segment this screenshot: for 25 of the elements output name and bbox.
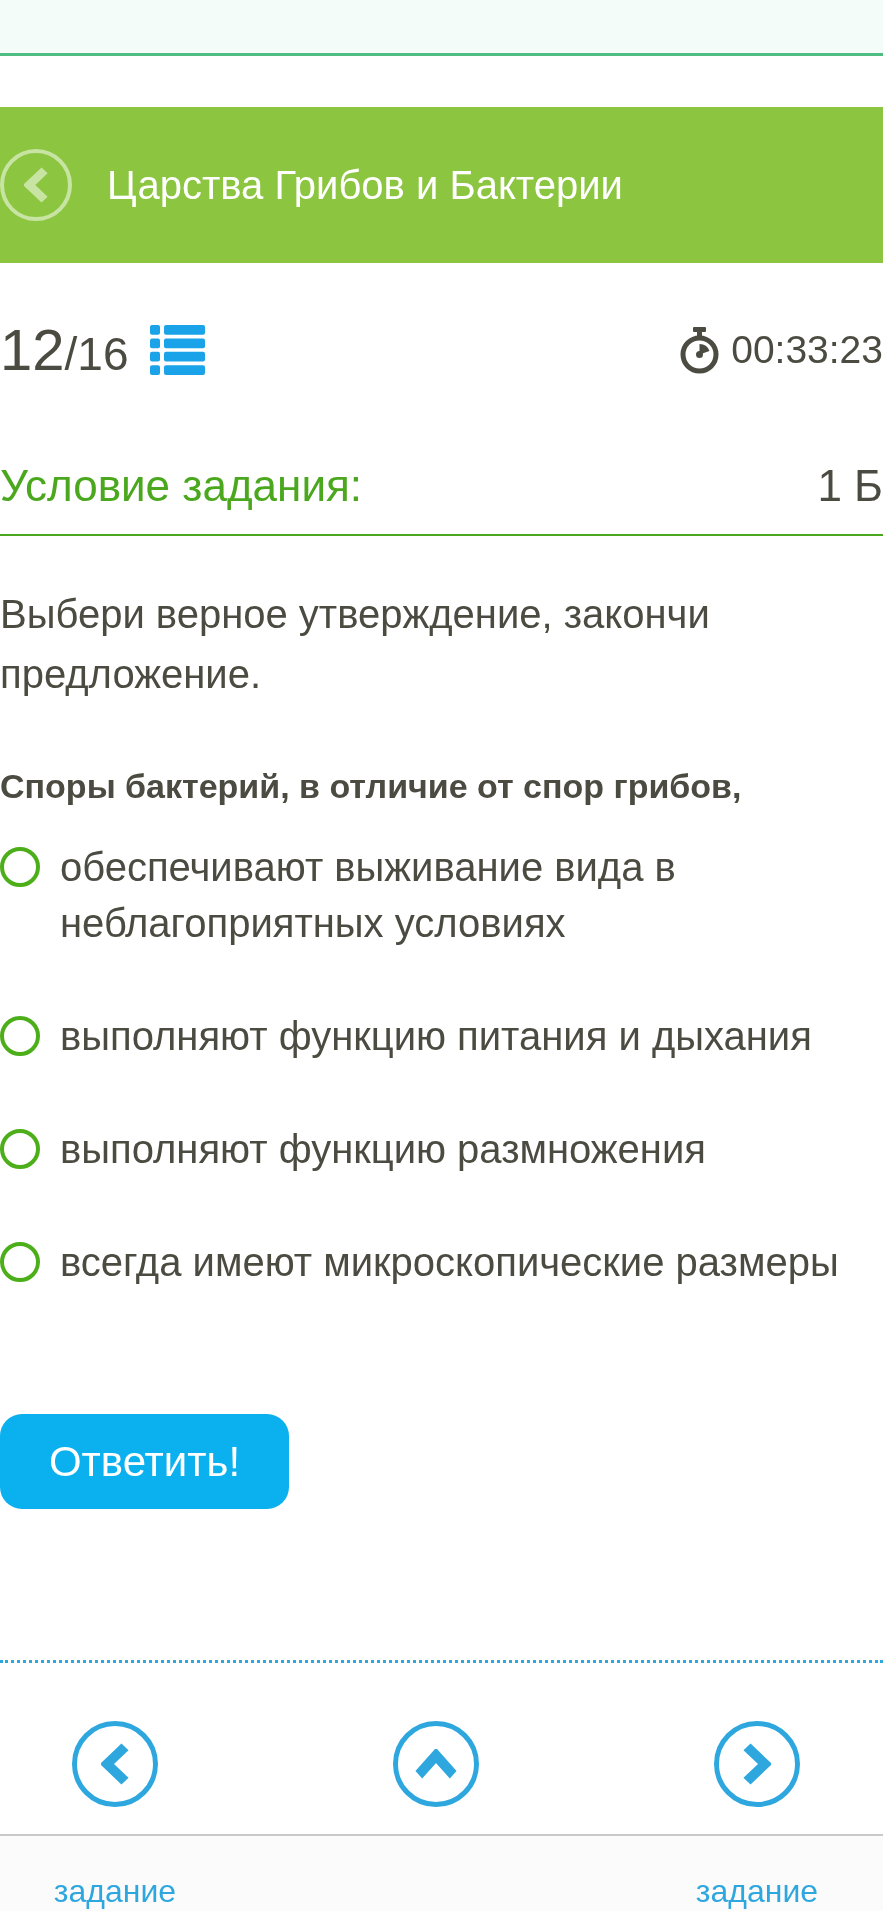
current-question-number: 12	[0, 318, 65, 382]
next-button[interactable]	[714, 1721, 800, 1807]
option-label[interactable]: всегда имеют микроскопические размеры	[60, 1234, 839, 1290]
back-button[interactable]	[0, 149, 72, 221]
option-label[interactable]: выполняют функцию размножения	[60, 1121, 706, 1177]
chevron-right-icon	[743, 1743, 771, 1785]
total-questions: /16	[64, 328, 129, 380]
radio-button[interactable]	[0, 1242, 40, 1282]
up-button[interactable]	[393, 1721, 479, 1807]
option-label[interactable]: выполняют функцию питания и дыхания	[60, 1008, 812, 1064]
page-title: Царства Грибов и Бактерии	[107, 162, 623, 209]
timer: 00:33:23	[731, 327, 883, 373]
instruction-text: Выбери верное утверждение, закончи предложение.	[0, 591, 711, 698]
points-label: 1 Б	[817, 460, 883, 512]
task-heading: Условие задания:	[0, 460, 362, 512]
list-icon[interactable]	[150, 325, 206, 375]
radio-button[interactable]	[0, 1016, 40, 1056]
chevron-up-icon	[415, 1749, 457, 1779]
previous-button[interactable]	[72, 1721, 158, 1807]
radio-button[interactable]	[0, 1129, 40, 1169]
question-text: Споры бактерий, в отличие от спор грибов,	[0, 766, 743, 807]
chevron-left-icon	[24, 167, 48, 203]
chevron-left-icon	[101, 1743, 129, 1785]
radio-button[interactable]	[0, 847, 40, 887]
option-label[interactable]: обеспечивают выживание вида в неблагоприятных условиях	[60, 839, 883, 951]
